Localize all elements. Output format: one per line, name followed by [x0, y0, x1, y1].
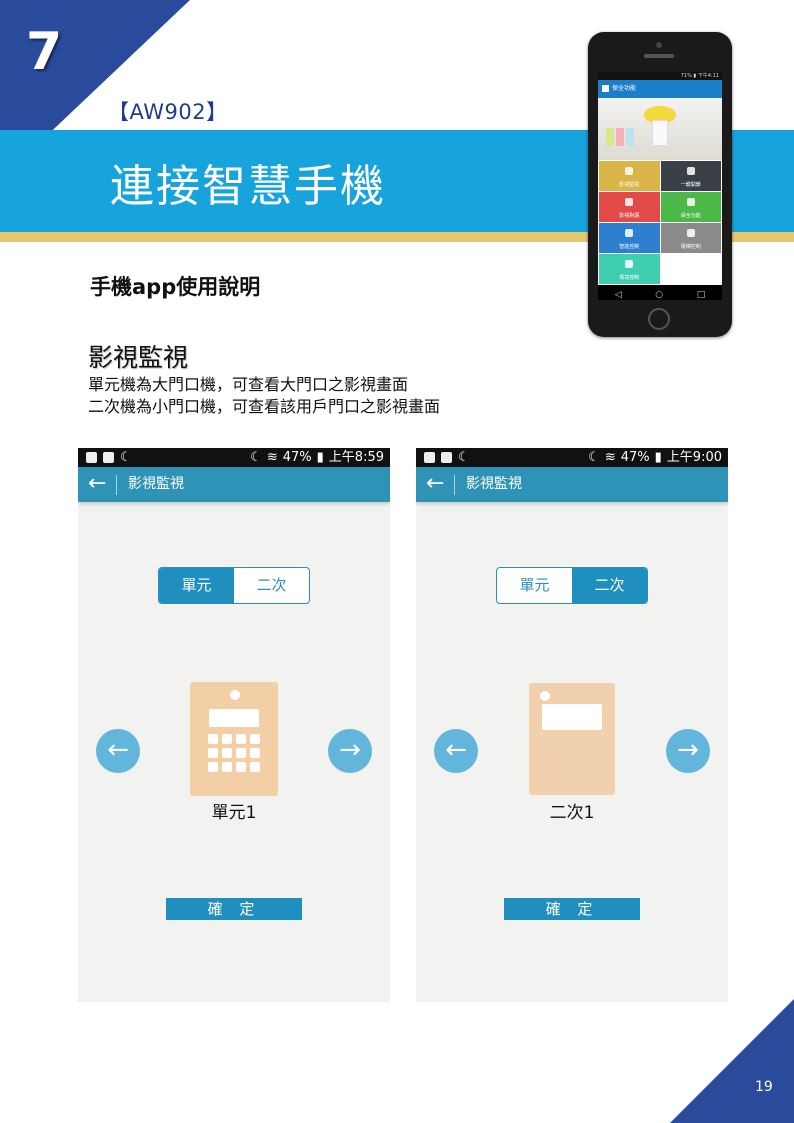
moon-icon: ☾: [588, 450, 600, 465]
description-line: 單元機為大門口機，可查看大門口之影視畫面: [88, 375, 409, 394]
device-label: 單元1: [211, 803, 257, 823]
image-icon: [424, 452, 435, 463]
home-circle-icon: ○: [655, 290, 664, 300]
cup-decoration: [626, 128, 634, 146]
recents-square-icon: □: [696, 290, 706, 300]
hero-header-title: 保全功能: [612, 85, 637, 92]
hero-banner-photo: [598, 98, 722, 160]
phone-home-button: [648, 308, 670, 330]
phone-camera: [656, 42, 662, 48]
intercom-icon: [625, 198, 634, 206]
sub-title: 影視監視: [88, 343, 189, 372]
battery-percent: 47%: [620, 450, 650, 465]
device-type-toggle: 單元 二次: [496, 567, 648, 604]
section-title: 手機app使用說明: [90, 275, 261, 299]
prev-device-button[interactable]: ←: [434, 729, 478, 773]
notification-icon: [441, 452, 452, 463]
moon-icon: ☾: [250, 450, 262, 465]
model-tag: 【AW902】: [108, 100, 228, 124]
hero-tile-security: 保全功能: [660, 192, 721, 222]
next-device-button[interactable]: →: [328, 729, 372, 773]
screenshot-secondary: ☾ ☾ ≋ 47% ▮ 上午9:00 ← 影視監視 單元 二次 ← → 二次1 …: [416, 448, 728, 1002]
device-label: 二次1: [549, 803, 595, 823]
door-panel-icon: [529, 683, 615, 795]
status-time: 上午8:59: [328, 450, 384, 465]
tab-unit[interactable]: 單元: [159, 568, 234, 603]
hero-phone-image: 71% ▮ 下午4:11 保全功能 影視監視 一鍵開鎖 影視對講 保全功能 智能…: [588, 32, 732, 337]
image-icon: [86, 452, 97, 463]
wifi-icon: ≋: [604, 450, 616, 465]
app-bar: ← 影視監視: [78, 467, 390, 502]
camera-dot: [540, 691, 550, 701]
panel-screen: [542, 704, 602, 730]
tab-secondary[interactable]: 二次: [572, 568, 647, 603]
shield-icon: [686, 198, 695, 206]
moon-icon: ☾: [120, 450, 132, 465]
app-bar-divider: [454, 475, 455, 495]
wifi-icon: [625, 229, 634, 237]
hero-tile-scene-control: 情境控制: [599, 254, 660, 284]
status-bar: ☾ ☾ ≋ 47% ▮ 上午8:59: [78, 448, 390, 467]
screenshot-unit: ☾ ☾ ≋ 47% ▮ 上午8:59 ← 影視監視 單元 二次 ← → 單元1 …: [78, 448, 390, 1002]
vase-decoration: [652, 120, 668, 146]
app-bar-divider: [116, 475, 117, 495]
hero-tile-intercom: 影視對講: [599, 192, 660, 222]
hero-tile-elevator: 電梯控制: [660, 223, 721, 253]
phone-speaker: [644, 54, 674, 58]
hero-nav-bar: ◁ ○ □: [598, 285, 722, 300]
next-device-button[interactable]: →: [666, 729, 710, 773]
description-line: 二次機為小門口機，可查看該用戶門口之影視畫面: [88, 397, 441, 416]
hero-phone-screen: 71% ▮ 下午4:11 保全功能 影視監視 一鍵開鎖 影視對講 保全功能 智能…: [598, 72, 722, 300]
prev-device-button[interactable]: ←: [96, 729, 140, 773]
keypad: [208, 734, 262, 772]
panel-screen: [209, 709, 259, 727]
corner-triangle-bottom-right: [670, 999, 794, 1123]
cup-decoration: [606, 128, 614, 146]
door-panel-keypad-icon: [190, 682, 278, 796]
camera-dot: [230, 690, 240, 700]
app-title: 影視監視: [466, 476, 522, 492]
hero-function-grid: 影視監視 一鍵開鎖 影視對講 保全功能 智能控制 電梯控制 情境控制: [598, 160, 722, 285]
app-bar: ← 影視監視: [416, 467, 728, 502]
cup-decoration: [616, 128, 624, 146]
hero-tile-unlock: 一鍵開鎖: [660, 161, 721, 191]
banner-title: 連接智慧手機: [110, 161, 386, 212]
confirm-button[interactable]: 確 定: [166, 898, 302, 920]
notification-icon: [103, 452, 114, 463]
back-arrow-icon[interactable]: ←: [88, 470, 106, 498]
hero-tile-smart-control: 智能控制: [599, 223, 660, 253]
device-type-toggle: 單元 二次: [158, 567, 310, 604]
camera-icon: [625, 167, 634, 175]
page-number: 19: [755, 1079, 773, 1095]
elevator-icon: [686, 229, 695, 237]
hero-tile-video-monitor: 影視監視: [599, 161, 660, 191]
app-title: 影視監視: [128, 476, 184, 492]
battery-icon: ▮: [654, 450, 662, 465]
battery-icon: ▮: [316, 450, 324, 465]
battery-percent: 47%: [282, 450, 312, 465]
back-triangle-icon: ◁: [614, 290, 622, 300]
hero-app-header: 保全功能: [598, 80, 722, 98]
tab-secondary[interactable]: 二次: [234, 568, 309, 603]
status-time: 上午9:00: [666, 450, 722, 465]
grid-icon: [625, 260, 634, 268]
confirm-button[interactable]: 確 定: [504, 898, 640, 920]
moon-icon: ☾: [458, 450, 470, 465]
home-icon: [602, 85, 609, 92]
hero-status-bar: 71% ▮ 下午4:11: [598, 72, 722, 80]
tab-unit[interactable]: 單元: [497, 568, 572, 603]
wifi-icon: ≋: [266, 450, 278, 465]
status-bar: ☾ ☾ ≋ 47% ▮ 上午9:00: [416, 448, 728, 467]
unlock-icon: [686, 167, 695, 175]
chapter-number: 7: [26, 22, 63, 82]
back-arrow-icon[interactable]: ←: [426, 470, 444, 498]
